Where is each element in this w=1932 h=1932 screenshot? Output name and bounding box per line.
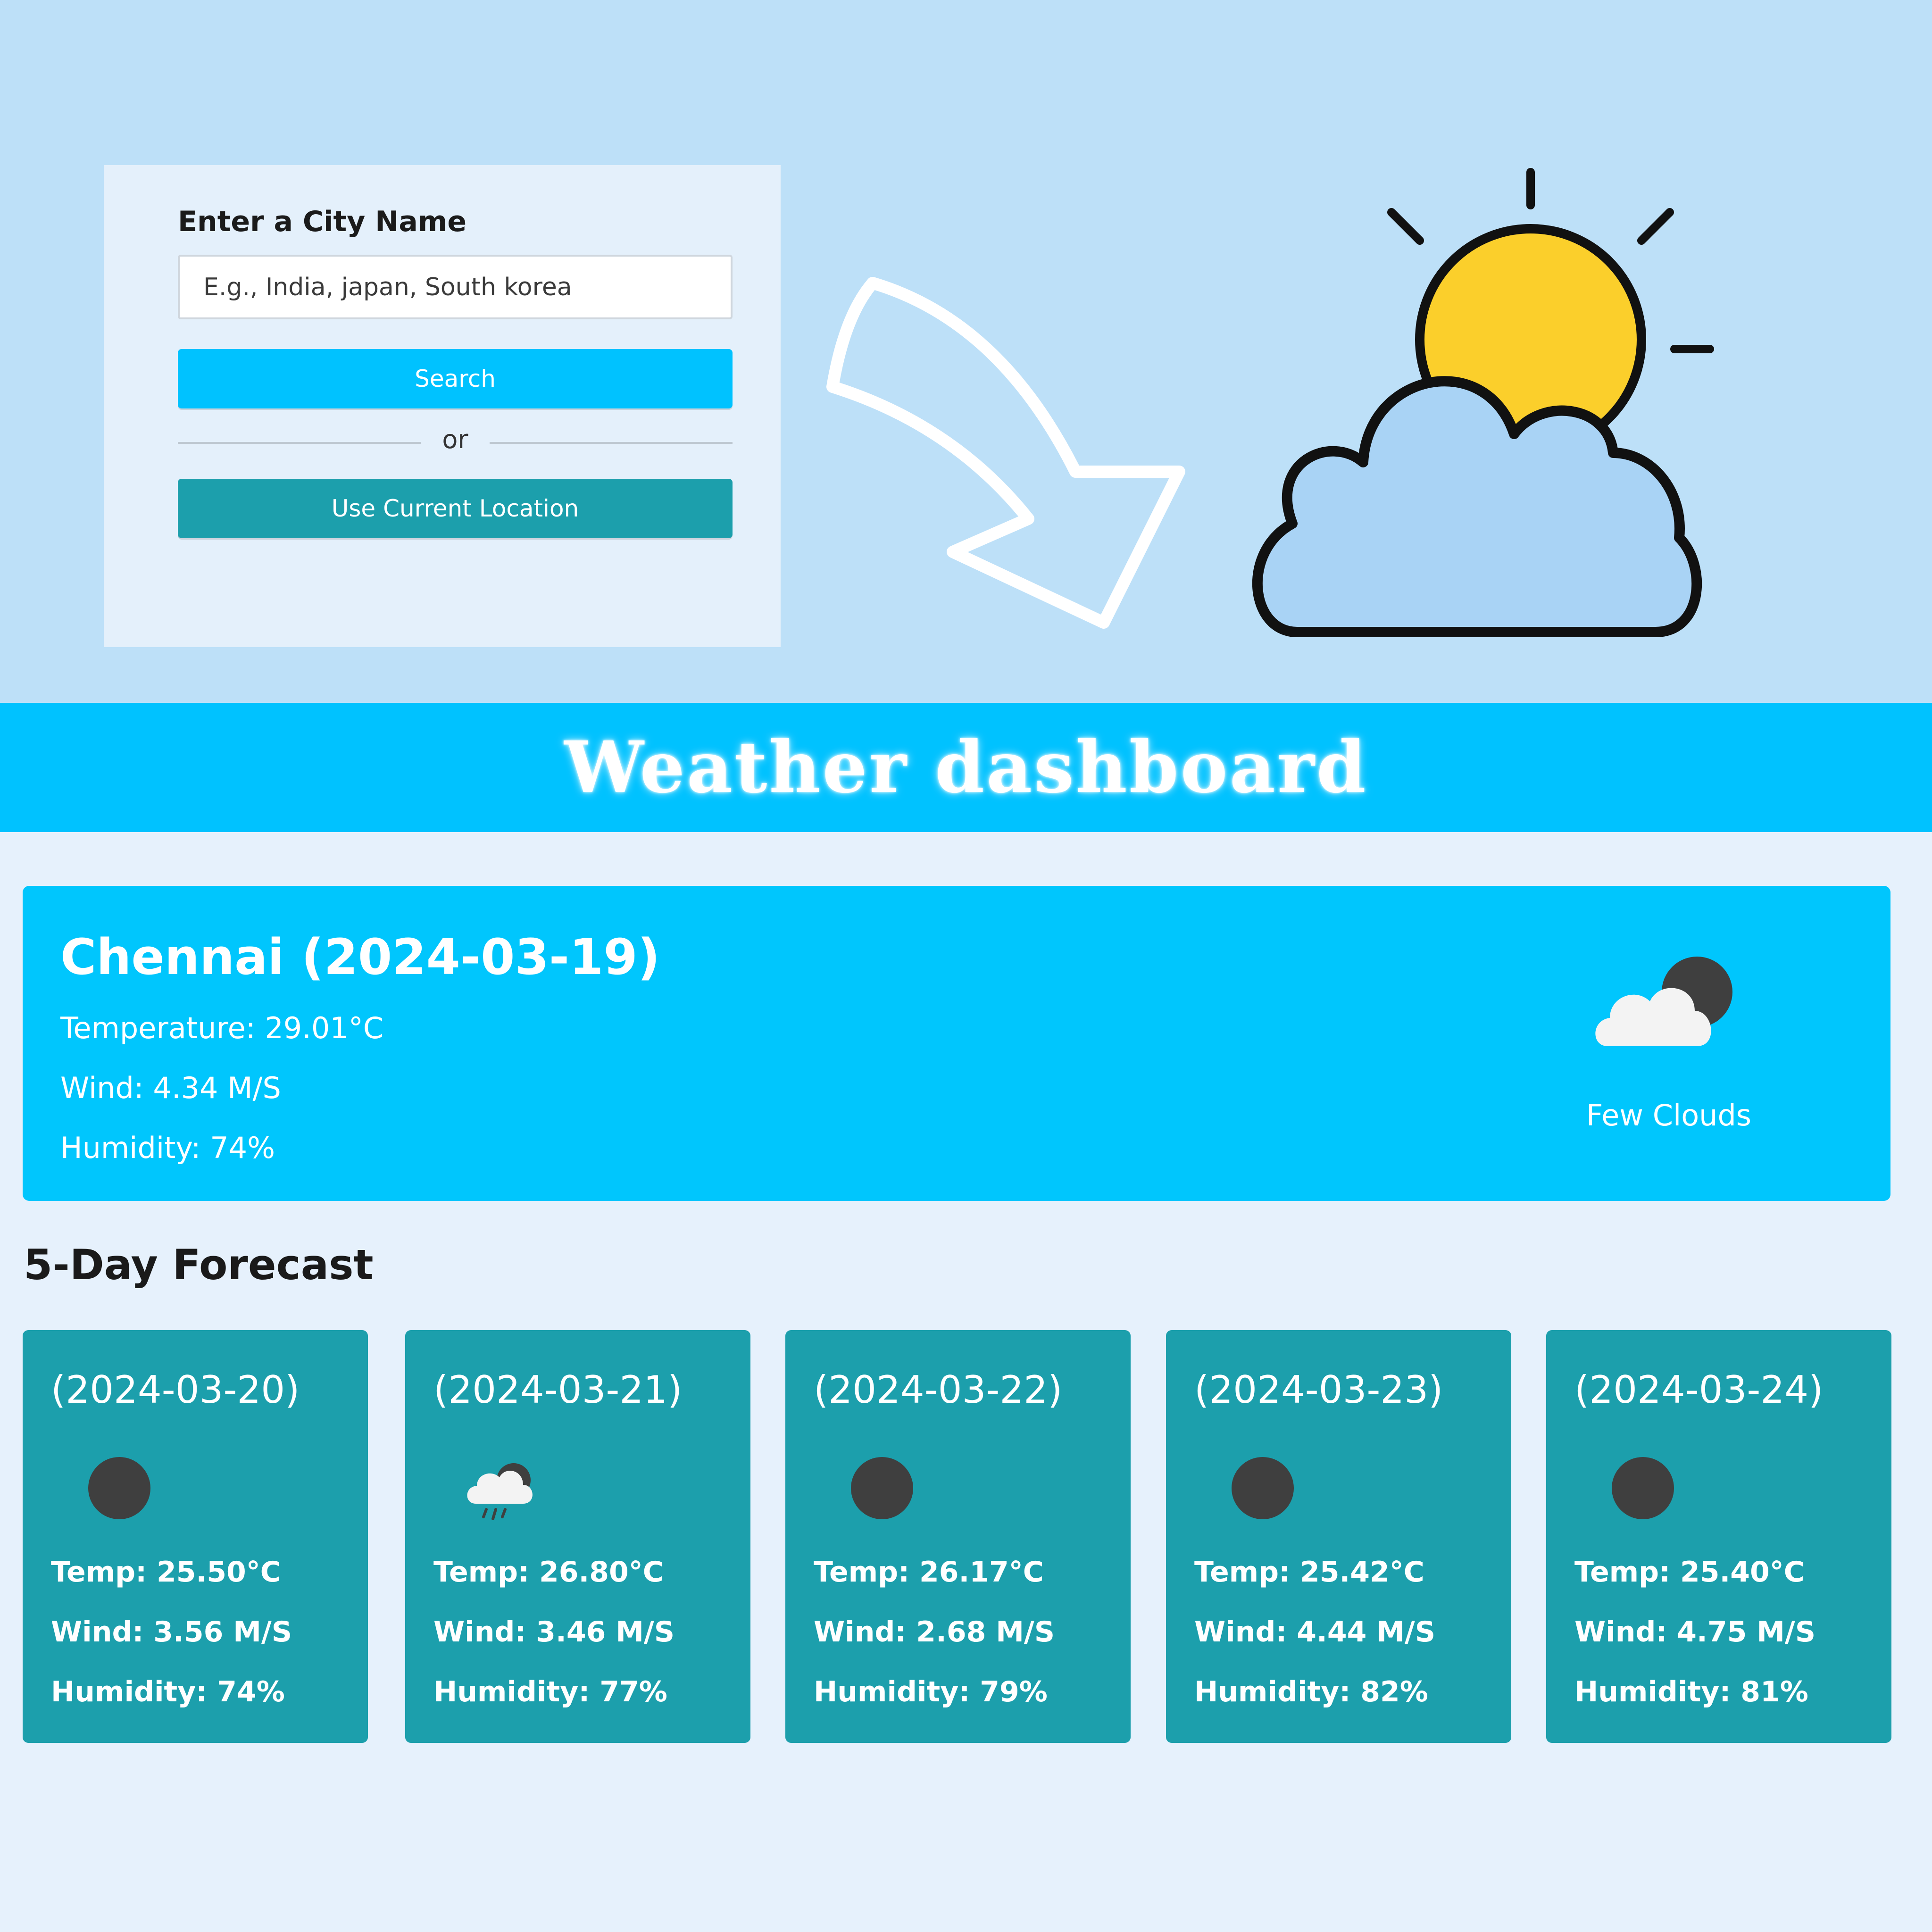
use-current-location-button[interactable]: Use Current Location: [178, 479, 733, 538]
page-title: Weather dashboard: [564, 726, 1368, 809]
clear-night-icon: [1612, 1457, 1674, 1519]
forecast-date: (2024-03-23): [1194, 1368, 1443, 1412]
divider-line-right: [490, 442, 733, 444]
forecast-wind: Wind: 4.44 M/S: [1194, 1616, 1436, 1649]
clear-night-icon: [1232, 1457, 1294, 1519]
search-button[interactable]: Search: [178, 349, 733, 408]
forecast-card: (2024-03-23) Temp: 25.42°C Wind: 4.44 M/…: [1166, 1330, 1511, 1743]
forecast-temp: Temp: 25.40°C: [1574, 1556, 1805, 1589]
city-input-label: Enter a City Name: [178, 205, 467, 238]
forecast-humidity: Humidity: 74%: [51, 1675, 285, 1708]
forecast-temp: Temp: 25.50°C: [51, 1556, 281, 1589]
forecast-card: (2024-03-24) Temp: 25.40°C Wind: 4.75 M/…: [1546, 1330, 1891, 1743]
forecast-date: (2024-03-24): [1574, 1368, 1824, 1412]
forecast-wind: Wind: 4.75 M/S: [1574, 1616, 1816, 1649]
divider-line-left: [178, 442, 421, 444]
forecast-temp: Temp: 26.17°C: [814, 1556, 1044, 1589]
forecast-temp: Temp: 25.42°C: [1194, 1556, 1424, 1589]
city-search-input[interactable]: [178, 255, 733, 319]
forecast-wind: Wind: 3.56 M/S: [51, 1616, 292, 1649]
divider-or: or: [442, 425, 468, 454]
curved-arrow-icon: [826, 277, 1185, 629]
clear-night-icon: [88, 1457, 150, 1519]
forecast-wind: Wind: 2.68 M/S: [814, 1616, 1055, 1649]
few-clouds-night-icon: [1595, 957, 1732, 1046]
forecast-date: (2024-03-22): [814, 1368, 1063, 1412]
forecast-date: (2024-03-20): [51, 1368, 300, 1412]
forecast-temp: Temp: 26.80°C: [433, 1556, 664, 1589]
rain-night-icon: [467, 1463, 533, 1520]
current-humidity: Humidity: 74%: [60, 1131, 275, 1165]
search-panel: Enter a City Name Search or Use Current …: [104, 165, 781, 647]
current-wind: Wind: 4.34 M/S: [60, 1071, 281, 1105]
forecast-humidity: Humidity: 81%: [1574, 1675, 1808, 1708]
current-city-date: Chennai (2024-03-19): [60, 928, 660, 986]
forecast-wind: Wind: 3.46 M/S: [433, 1616, 675, 1649]
title-bar: Weather dashboard: [0, 703, 1932, 832]
current-temperature: Temperature: 29.01°C: [60, 1011, 384, 1045]
current-description: Few Clouds: [1586, 1098, 1752, 1133]
clear-night-icon: [851, 1457, 913, 1519]
forecast-humidity: Humidity: 82%: [1194, 1675, 1428, 1708]
forecast-humidity: Humidity: 77%: [433, 1675, 667, 1708]
forecast-card: (2024-03-20) Temp: 25.50°C Wind: 3.56 M/…: [23, 1330, 368, 1743]
forecast-date: (2024-03-21): [433, 1368, 683, 1412]
forecast-card: (2024-03-22) Temp: 26.17°C Wind: 2.68 M/…: [785, 1330, 1131, 1743]
hero-section: Enter a City Name Search or Use Current …: [0, 0, 1932, 703]
partly-cloudy-sun-icon: [1252, 168, 1714, 637]
forecast-heading: 5-Day Forecast: [24, 1241, 374, 1289]
forecast-card: (2024-03-21) Temp: 26.80°C Wind: 3.46 M/…: [405, 1330, 750, 1743]
forecast-humidity: Humidity: 79%: [814, 1675, 1048, 1708]
current-weather-card: Chennai (2024-03-19) Temperature: 29.01°…: [23, 886, 1890, 1201]
